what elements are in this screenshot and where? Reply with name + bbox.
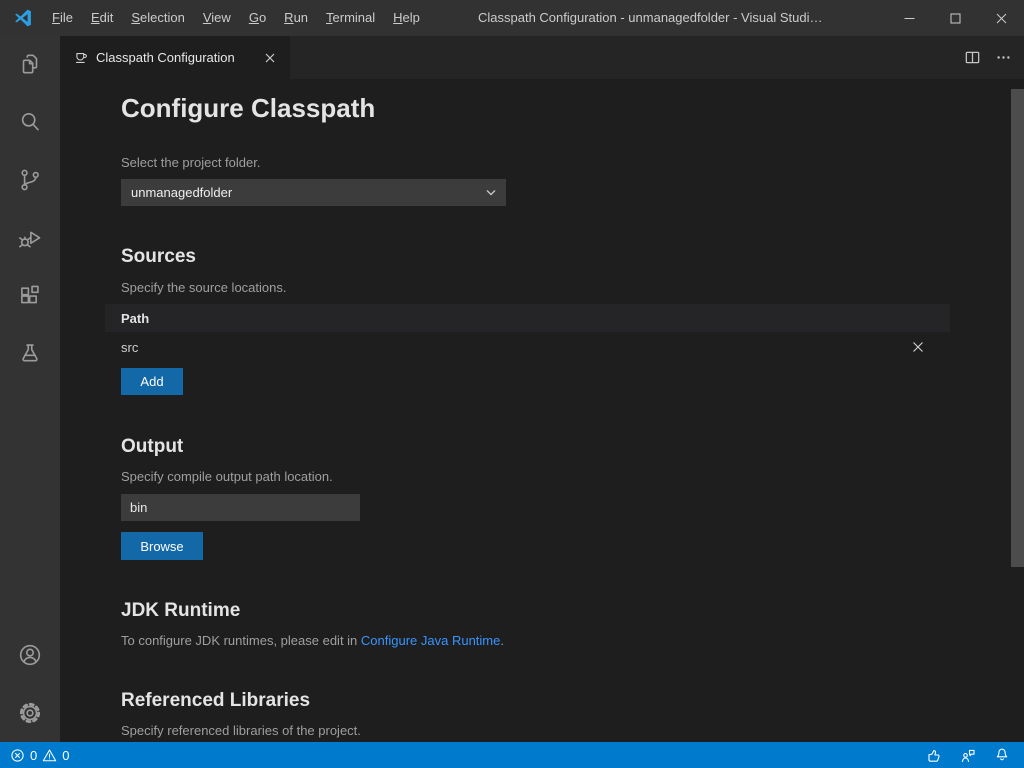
editor-area: Classpath Configuration Configure Classp… — [60, 36, 1024, 742]
tab-bar: Classpath Configuration — [60, 36, 1024, 79]
settings-button[interactable] — [17, 700, 43, 726]
warning-icon — [42, 748, 57, 763]
maximize-icon — [950, 13, 961, 24]
feedback-icon[interactable] — [960, 747, 976, 763]
testing-button[interactable] — [17, 341, 43, 367]
page-title: Configure Classpath — [121, 93, 1024, 124]
output-heading: Output — [121, 435, 1024, 458]
editor-actions — [964, 36, 1024, 79]
search-icon — [17, 109, 43, 135]
error-count: 0 — [30, 748, 37, 763]
tab-label: Classpath Configuration — [96, 50, 260, 65]
error-icon — [10, 748, 25, 763]
source-control-button[interactable] — [17, 167, 43, 193]
window-title: Classpath Configuration - unmanagedfolde… — [478, 0, 822, 36]
project-folder-select[interactable]: unmanagedfolder — [121, 179, 506, 206]
close-icon — [264, 52, 276, 64]
configure-java-runtime-link[interactable]: Configure Java Runtime — [361, 633, 500, 648]
output-path-input[interactable] — [121, 494, 360, 521]
table-row[interactable]: src — [105, 332, 950, 362]
search-button[interactable] — [17, 109, 43, 135]
bell-icon[interactable] — [994, 747, 1010, 763]
explorer-button[interactable] — [17, 51, 43, 77]
warning-count: 0 — [62, 748, 69, 763]
account-icon — [17, 642, 43, 668]
referenced-libraries-heading: Referenced Libraries — [121, 689, 1024, 712]
close-window-button[interactable] — [978, 0, 1024, 36]
java-cup-icon — [73, 50, 89, 66]
extensions-button[interactable] — [17, 283, 43, 309]
title-bar: File Edit Selection View Go Run Terminal… — [0, 0, 1024, 36]
close-icon — [996, 13, 1007, 24]
add-source-button[interactable]: Add — [121, 368, 183, 395]
extensions-icon — [17, 283, 43, 309]
activity-bar — [0, 36, 60, 742]
status-bar: 0 0 — [0, 742, 1024, 768]
menu-help[interactable]: Help — [384, 0, 429, 36]
run-debug-button[interactable] — [17, 225, 43, 251]
window-controls — [886, 0, 1024, 36]
source-paths-table: Path src — [105, 304, 950, 362]
tab-classpath-configuration[interactable]: Classpath Configuration — [60, 36, 290, 79]
menu-edit[interactable]: Edit — [82, 0, 122, 36]
project-folder-value: unmanagedfolder — [131, 185, 486, 200]
files-icon — [17, 51, 43, 77]
remove-source-button[interactable] — [910, 339, 926, 355]
close-icon — [911, 340, 925, 354]
menu-terminal[interactable]: Terminal — [317, 0, 384, 36]
testing-icon — [17, 341, 43, 367]
browse-button[interactable]: Browse — [121, 532, 203, 560]
project-folder-label: Select the project folder. — [121, 155, 1024, 170]
menu-view[interactable]: View — [194, 0, 240, 36]
status-bar-right — [926, 747, 1024, 763]
source-control-icon — [17, 167, 43, 193]
menu-bar: File Edit Selection View Go Run Terminal… — [43, 0, 429, 36]
maximize-button[interactable] — [932, 0, 978, 36]
source-path-cell: src — [121, 340, 910, 355]
account-button[interactable] — [17, 642, 43, 668]
jdk-description-period: . — [500, 633, 504, 648]
output-description: Specify compile output path location. — [121, 469, 1024, 485]
jdk-runtime-heading: JDK Runtime — [121, 599, 1024, 622]
sources-heading: Sources — [121, 245, 1024, 268]
vscode-logo-icon — [13, 8, 33, 28]
problems-status[interactable]: 0 0 — [0, 748, 69, 763]
menu-selection[interactable]: Selection — [122, 0, 193, 36]
chevron-down-icon — [486, 189, 496, 196]
classpath-configuration-view: Configure Classpath Select the project f… — [60, 79, 1024, 742]
jdk-runtime-description: To configure JDK runtimes, please edit i… — [121, 633, 1024, 649]
vscode-window: File Edit Selection View Go Run Terminal… — [0, 0, 1024, 768]
menu-go[interactable]: Go — [240, 0, 275, 36]
tab-close-button[interactable] — [260, 48, 280, 68]
minimize-button[interactable] — [886, 0, 932, 36]
split-editor-icon[interactable] — [964, 49, 981, 66]
jdk-description-text: To configure JDK runtimes, please edit i… — [121, 633, 361, 648]
run-debug-icon — [17, 225, 43, 251]
minimize-icon — [904, 13, 915, 24]
menu-file[interactable]: File — [43, 0, 82, 36]
vertical-scrollbar[interactable] — [1011, 89, 1024, 567]
more-actions-icon[interactable] — [995, 49, 1012, 66]
sources-description: Specify the source locations. — [121, 280, 1024, 296]
settings-gear-icon — [17, 700, 43, 726]
menu-run[interactable]: Run — [275, 0, 317, 36]
referenced-libraries-description: Specify referenced libraries of the proj… — [121, 723, 1024, 739]
thumbsup-icon[interactable] — [926, 747, 942, 763]
table-header-path: Path — [105, 304, 950, 332]
